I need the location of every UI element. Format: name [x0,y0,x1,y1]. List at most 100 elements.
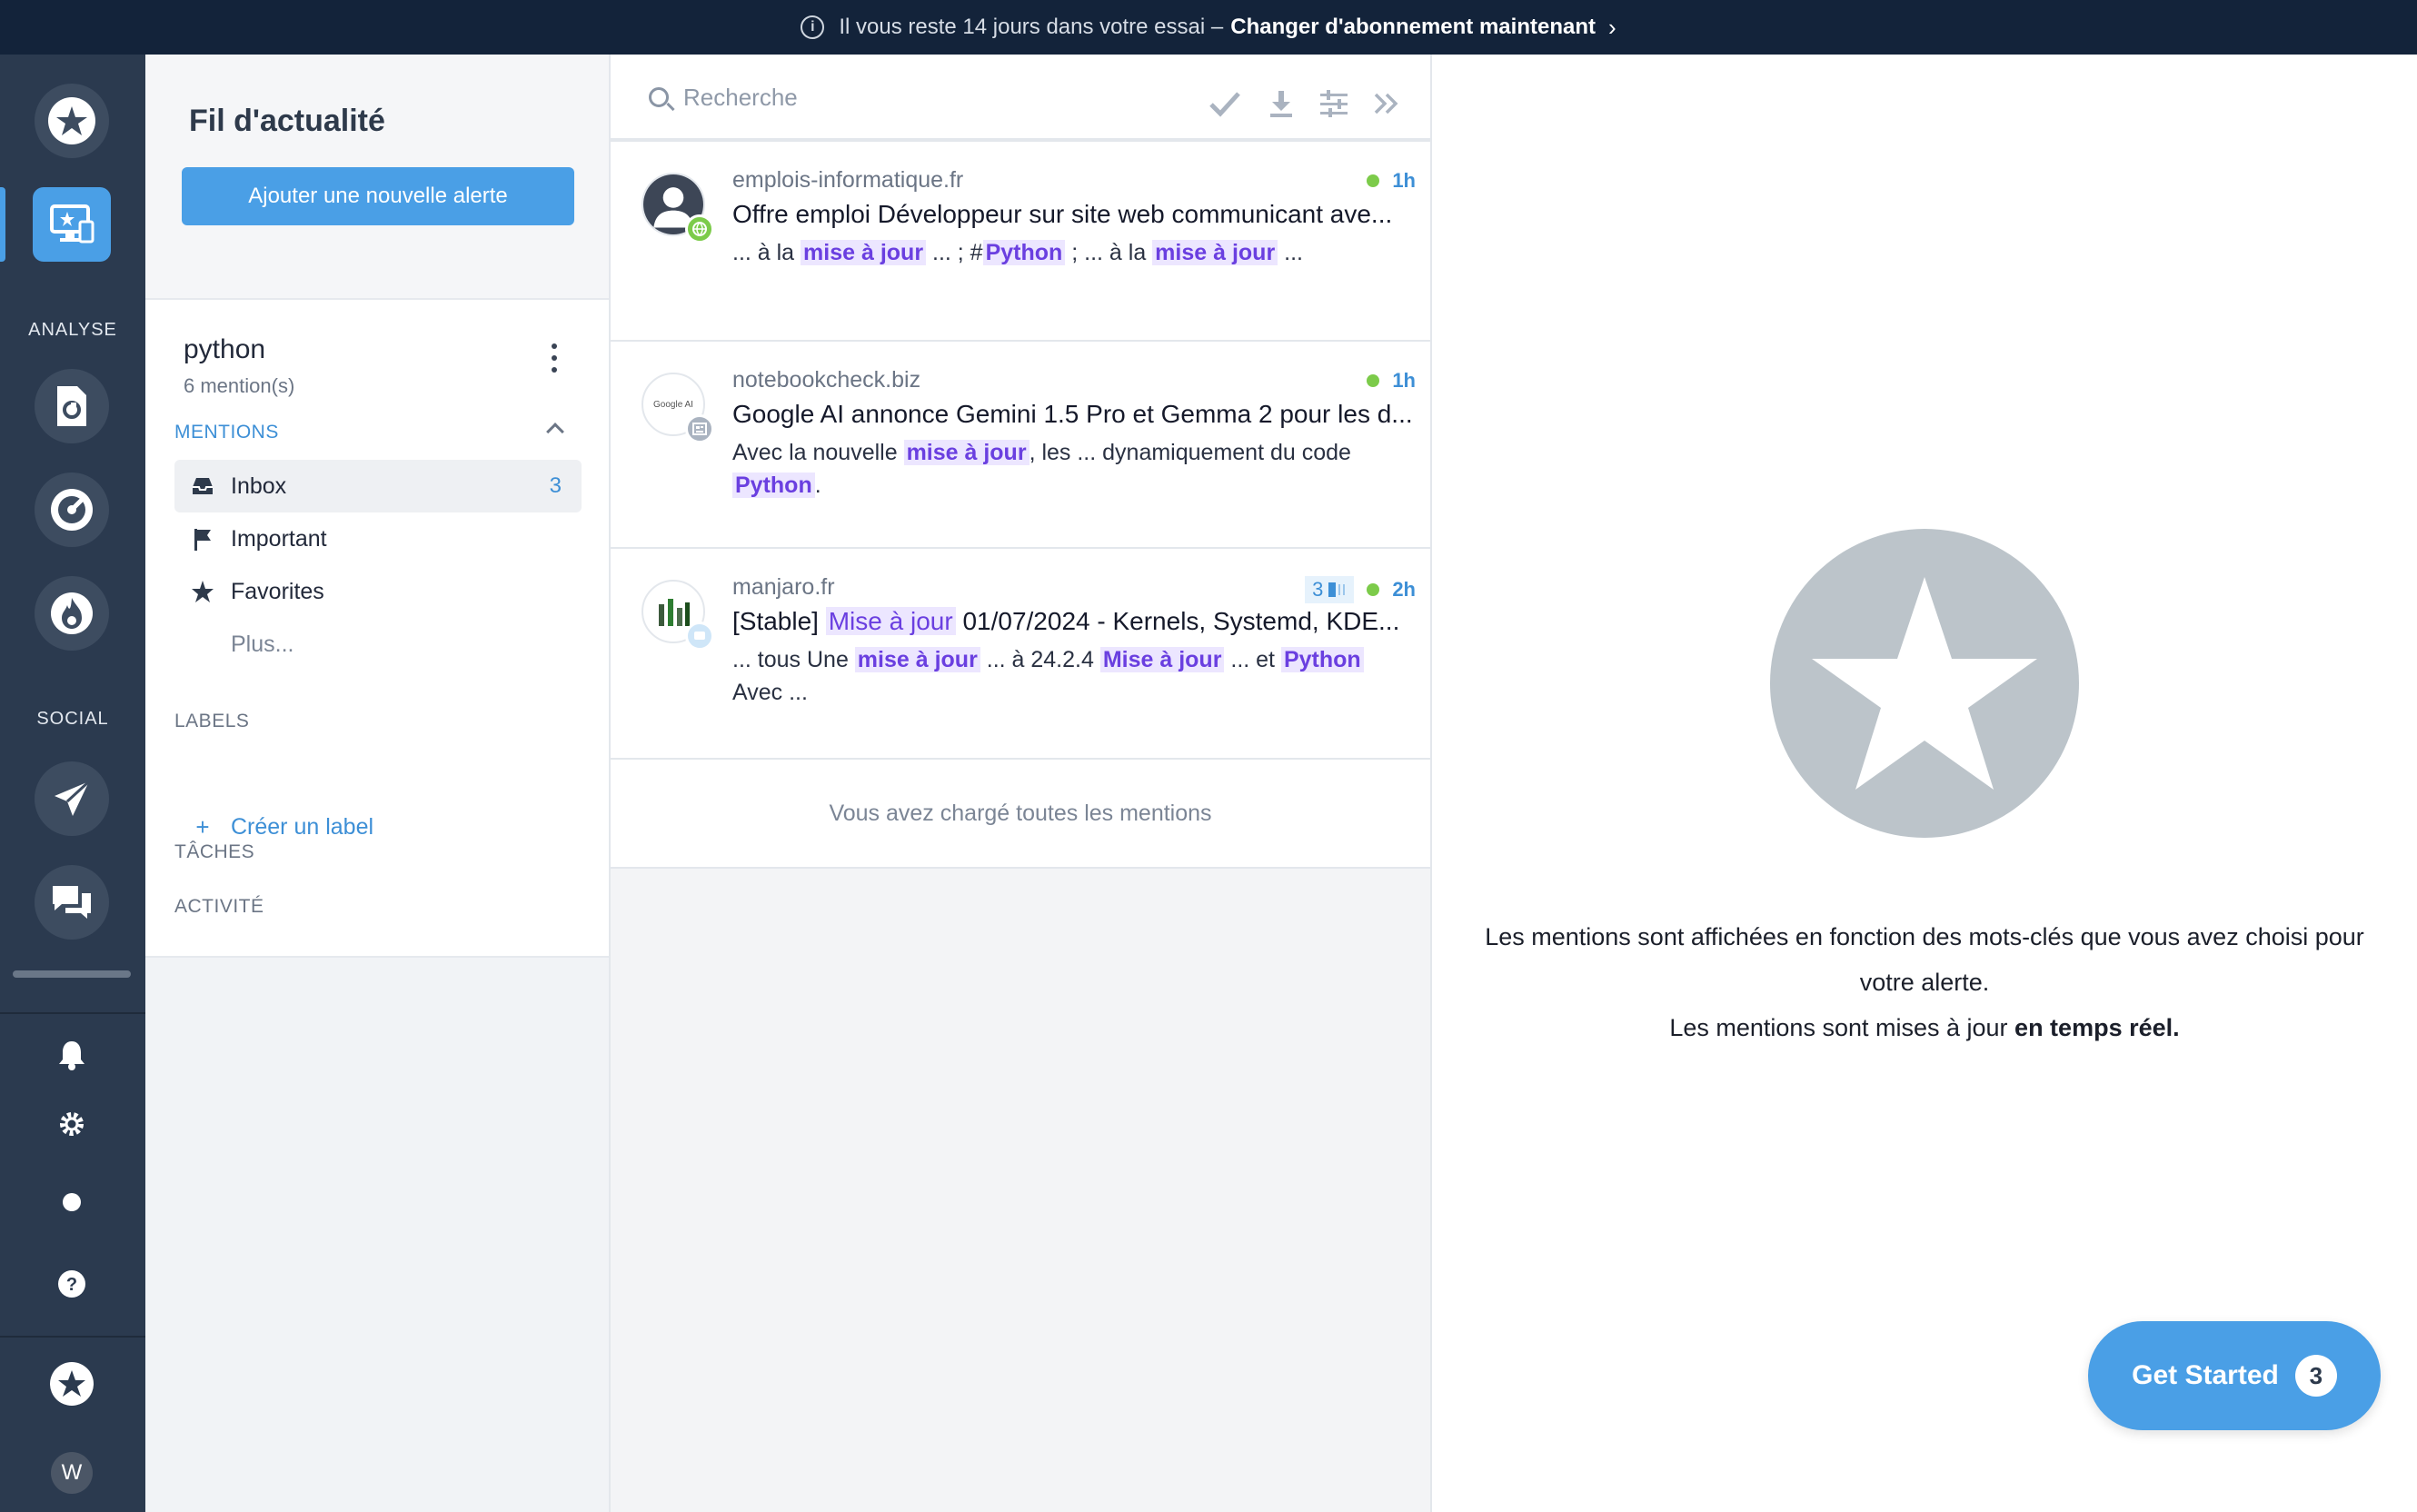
app-rail: ANALYSE SOCIAL ? W [0,55,145,1512]
mention-title[interactable]: Google AI annonce Gemini 1.5 Pro et Gemm… [732,400,1414,429]
section-analyse: ANALYSE [28,320,117,340]
empty-state-realtime: Les mentions sont mises à jour en temps … [1669,1014,2180,1041]
search-input[interactable] [683,76,1047,118]
mention-meta: 1h [1367,369,1416,393]
sidebar-item-label: Inbox [231,472,287,499]
brand-star-button[interactable] [35,84,109,158]
keyword-highlight: Python [1280,647,1364,672]
chevron-up-icon[interactable] [546,423,564,441]
alert-panel: python 6 mention(s) MENTIONS Inbox 3 Imp… [145,300,609,958]
sidebar-item-more[interactable]: Plus... [174,618,582,671]
sidebar-item-label: Important [231,525,327,552]
mention-source[interactable]: manjaro.fr [732,574,835,601]
create-label-button[interactable]: + Créer un label [174,809,373,845]
trending-button[interactable] [35,576,109,651]
change-plan-link[interactable]: Changer d'abonnement maintenant [1230,15,1596,40]
help-button[interactable]: ? [55,1267,89,1301]
more-options-icon[interactable] [545,340,563,376]
forum-source-icon [685,622,714,651]
get-started-count: 3 [2294,1355,2337,1397]
chevron-right-icon[interactable]: › [1608,14,1616,42]
star-icon [48,97,95,144]
mention-card[interactable]: Google AI notebookcheck.biz 1h Google AI… [611,342,1430,549]
account-star-button[interactable] [49,1361,94,1407]
star-icon [50,1362,94,1406]
sidebar-item-favorites[interactable]: Favorites [174,565,582,618]
add-alert-button[interactable]: Ajouter une nouvelle alerte [182,167,574,225]
gauge-icon [51,489,93,531]
keyword-highlight: Python [732,472,815,498]
keyword-highlight: Python [982,240,1066,265]
alert-mention-count: 6 mention(s) [184,374,295,397]
unread-dot [1367,374,1380,387]
flame-icon [51,592,93,634]
mention-snippet: ... à la mise à jour ... ; # Python ; ...… [732,240,1303,265]
notifications-button[interactable] [55,1038,89,1072]
page-title: Fil d'actualité [189,104,385,138]
status-button[interactable] [55,1185,89,1219]
all-loaded-message: Vous avez chargé toutes les mentions [611,760,1430,869]
labels-section-header: LABELS [174,711,250,731]
trial-banner: i Il vous reste 14 jours dans votre essa… [0,0,2417,55]
tasks-section-header[interactable]: TÂCHES [174,841,254,863]
sidebar-item-inbox[interactable]: Inbox 3 [174,460,582,512]
publish-button[interactable] [35,761,109,836]
keyword-highlight: Mise à jour [825,607,956,635]
alert-name[interactable]: python [184,334,265,365]
paper-plane-icon [55,780,91,816]
mention-source[interactable]: emplois-informatique.fr [732,167,963,194]
mention-snippet: ... tous Une mise à jour ... à 24.2.4 Mi… [732,643,1414,709]
star-icon [174,580,231,603]
flag-icon [174,527,231,551]
sidebar-header: Fil d'actualité Ajouter une nouvelle ale… [145,55,609,300]
bell-icon [59,1041,85,1070]
mention-time: 2h [1392,578,1416,601]
active-indicator [0,187,5,262]
avatar[interactable]: W [51,1452,93,1494]
rail-separator-2 [0,1336,145,1338]
help-icon: ? [58,1270,85,1298]
mentions-section-header[interactable]: MENTIONS [174,422,279,443]
mention-snippet: Avec la nouvelle mise à jour, les ... dy… [732,440,1351,498]
mention-time: 1h [1392,169,1416,192]
alerts-sidebar: Fil d'actualité Ajouter une nouvelle ale… [145,55,611,1512]
inbox-social-button[interactable] [35,865,109,940]
sidebar-item-label: Favorites [231,578,324,604]
search-icon [649,87,669,107]
inbox-count: 3 [549,473,562,498]
inbox-icon [174,476,231,496]
keyword-highlight: mise à jour [1152,240,1278,265]
mention-card[interactable]: emplois-informatique.fr 1h Offre emploi … [611,142,1430,342]
get-started-button[interactable]: Get Started 3 [2088,1321,2381,1430]
dashboard-button[interactable] [35,472,109,547]
double-chevron-right-icon[interactable] [1368,85,1405,122]
rail-separator [0,1012,145,1014]
filters-icon[interactable] [1316,85,1352,122]
star-icon [1770,529,2079,838]
news-source-icon [685,414,714,443]
activity-section-header[interactable]: ACTIVITÉ [174,896,264,918]
empty-state-description: Les mentions sont affichées en fonction … [1485,923,2364,996]
mention-title[interactable]: [Stable] Mise à jour 01/07/2024 - Kernel… [732,607,1414,636]
web-source-icon [685,214,714,244]
sidebar-item-important[interactable]: Important [174,512,582,565]
feed-button[interactable] [33,187,111,262]
document-icon [57,386,86,426]
avatar-text: Google AI [653,399,693,410]
mention-source[interactable]: notebookcheck.biz [732,367,920,393]
rail-scroll-divider[interactable] [13,970,131,978]
keyword-highlight: mise à jour [903,440,1029,465]
trial-text: Il vous reste 14 jours dans votre essai … [839,15,1224,39]
download-icon[interactable] [1263,85,1299,122]
mentions-feed: emplois-informatique.fr 1h Offre emploi … [611,55,1432,1512]
report-button[interactable] [35,369,109,443]
signal-icon [1328,582,1346,597]
keyword-highlight: mise à jour [854,647,980,672]
settings-button[interactable] [55,1107,89,1141]
check-icon[interactable] [1207,85,1243,122]
site-logo-icon [659,599,690,626]
create-label-text: Créer un label [231,813,374,840]
mention-card[interactable]: manjaro.fr 3 2h [Stable] Mise à jour 01/… [611,549,1430,760]
mention-title[interactable]: Offre emploi Développeur sur site web co… [732,200,1414,229]
detail-pane: Les mentions sont affichées en fonction … [1432,55,2417,1512]
